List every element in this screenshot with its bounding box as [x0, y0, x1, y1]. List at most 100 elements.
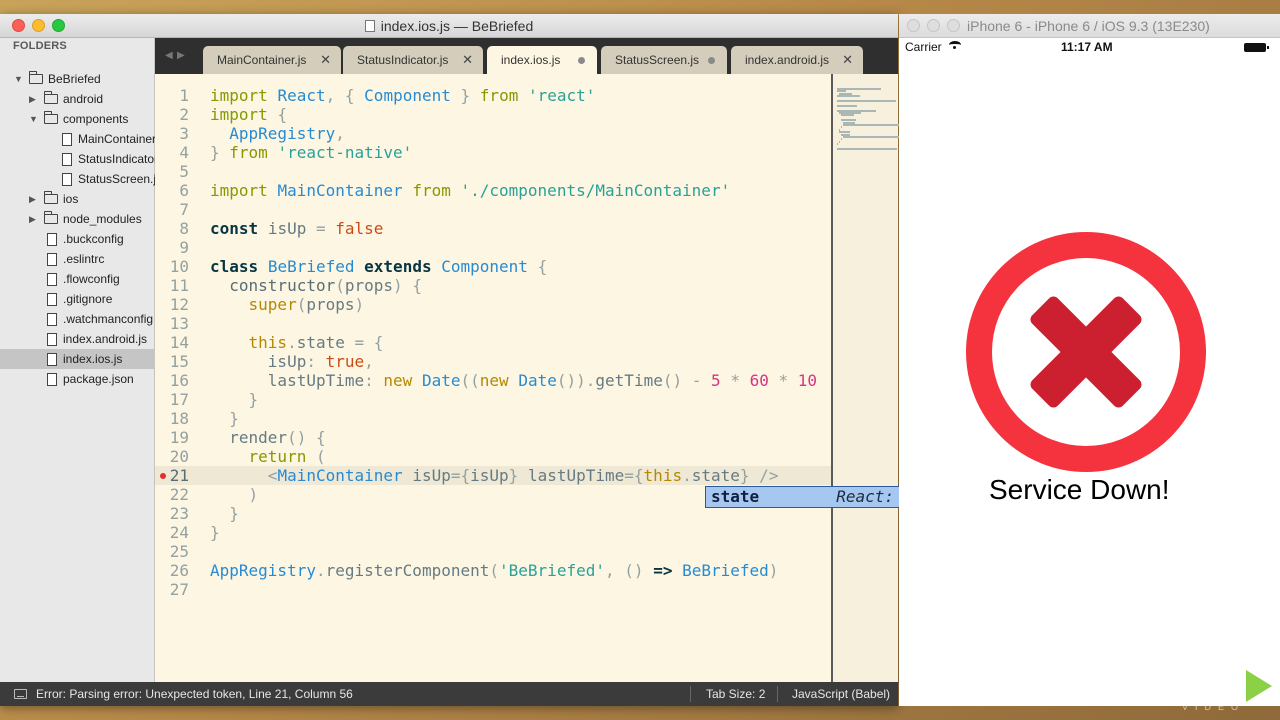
- editor-tab[interactable]: StatusScreen.js: [601, 46, 727, 74]
- line-number: 6: [179, 181, 189, 200]
- tab-scroll-right-icon[interactable]: ▶: [177, 50, 185, 61]
- battery-icon: [1244, 43, 1269, 52]
- packt-logo: PACKT VIDEO: [1134, 666, 1274, 714]
- tab-scroll-left-icon[interactable]: ◀: [165, 50, 173, 61]
- sidebar-item[interactable]: .gitignore: [0, 289, 155, 309]
- tab-label: StatusScreen.js: [615, 53, 700, 67]
- code-line[interactable]: } from 'react-native': [210, 143, 412, 162]
- line-number: 24: [169, 523, 189, 542]
- line-number: 26: [169, 561, 189, 580]
- minimap[interactable]: [831, 74, 903, 682]
- phone-status-bar: Carrier 11:17 AM: [899, 38, 1280, 58]
- error-marker-icon[interactable]: [160, 473, 166, 479]
- disclosure-right-icon[interactable]: ▶: [29, 89, 39, 109]
- sidebar-item-label: android: [63, 92, 104, 106]
- sidebar-item[interactable]: .flowconfig: [0, 269, 155, 289]
- code-line[interactable]: class BeBriefed extends Component {: [210, 257, 547, 276]
- sidebar-item-label: node_modules: [63, 212, 142, 226]
- sidebar-item[interactable]: MainContainer.: [0, 129, 155, 149]
- sim-zoom-button[interactable]: [947, 19, 960, 32]
- code-line[interactable]: ): [210, 485, 259, 504]
- disclosure-right-icon[interactable]: ▶: [29, 209, 39, 229]
- code-line[interactable]: }: [210, 504, 239, 523]
- sim-minimize-button[interactable]: [927, 19, 940, 32]
- code-line[interactable]: <MainContainer isUp={isUp} lastUpTime={t…: [210, 466, 779, 485]
- folder-icon: [29, 71, 43, 84]
- sidebar-item-label: MainContainer.: [78, 132, 155, 146]
- line-number: 11: [169, 276, 189, 295]
- code-line[interactable]: AppRegistry.registerComponent('BeBriefed…: [210, 561, 778, 580]
- sidebar-item[interactable]: .eslintrc: [0, 249, 155, 269]
- sidebar-item[interactable]: ▶ node_modules: [0, 209, 155, 229]
- sidebar-item[interactable]: .watchmanconfig: [0, 309, 155, 329]
- code-editor[interactable]: 1 2 3 4 5 6 7 8 9 10 11 12 13 14 15 16 17 18 19 20 21 22 23 24 2…: [155, 74, 831, 682]
- editor-tab[interactable]: index.ios.js: [487, 46, 597, 74]
- line-number: 16: [169, 371, 189, 390]
- line-number: 15: [169, 352, 189, 371]
- sim-close-button[interactable]: [907, 19, 920, 32]
- sidebar-item[interactable]: .buckconfig: [0, 229, 155, 249]
- code-line[interactable]: constructor(props) {: [210, 276, 422, 295]
- code-line[interactable]: lastUpTime: new Date((new Date()).getTim…: [210, 371, 817, 390]
- code-line[interactable]: }: [210, 523, 220, 542]
- sidebar-item[interactable]: index.ios.js: [0, 349, 155, 369]
- line-number: 27: [169, 580, 189, 599]
- code-line[interactable]: this.state = {: [210, 333, 384, 352]
- sidebar-item[interactable]: ▶ android: [0, 89, 155, 109]
- sidebar-item[interactable]: StatusScreen.js: [0, 169, 155, 189]
- close-tab-icon[interactable]: ✕: [320, 46, 331, 74]
- code-line[interactable]: super(props): [210, 295, 365, 314]
- file-icon: [47, 253, 57, 266]
- line-number: 4: [179, 143, 189, 162]
- line-number: 17: [169, 390, 189, 409]
- code-line[interactable]: import {: [210, 105, 287, 124]
- code-line[interactable]: }: [210, 390, 259, 409]
- simulator-window: iPhone 6 - iPhone 6 / iOS 9.3 (13E230) C…: [899, 14, 1280, 706]
- panel-toggle-icon[interactable]: [14, 689, 27, 699]
- code-line[interactable]: }: [210, 409, 239, 428]
- sidebar-item[interactable]: ▶ ios: [0, 189, 155, 209]
- code-line[interactable]: isUp: true,: [210, 352, 374, 371]
- sidebar-item-label: .buckconfig: [63, 232, 124, 246]
- line-number: 13: [169, 314, 189, 333]
- sidebar-item-label: .watchmanconfig: [63, 312, 154, 326]
- code-line[interactable]: const isUp = false: [210, 219, 383, 238]
- autocomplete-suggestion[interactable]: state: [711, 487, 759, 507]
- code-line[interactable]: import React, { Component } from 'react': [210, 86, 595, 105]
- line-number: 22: [169, 485, 189, 504]
- editor-tab[interactable]: index.android.js ✕: [731, 46, 863, 74]
- editor-window: index.ios.js — BeBriefed FOLDERS ▼ BeBrie…: [0, 14, 1007, 706]
- editor-tab[interactable]: StatusIndicator.js ✕: [343, 46, 483, 74]
- close-tab-icon[interactable]: ✕: [462, 46, 473, 74]
- minimap-line: [841, 126, 843, 129]
- packt-sub: VIDEO: [1182, 702, 1246, 712]
- sidebar-item[interactable]: index.android.js: [0, 329, 155, 349]
- sidebar-item[interactable]: package.json: [0, 369, 155, 389]
- line-number: 25: [169, 542, 189, 561]
- minimap-line: [841, 138, 843, 141]
- editor-tab[interactable]: MainContainer.js ✕: [203, 46, 341, 74]
- tab-size-selector[interactable]: Tab Size: 2: [706, 682, 765, 706]
- file-icon: [47, 373, 57, 386]
- carrier-label: Carrier: [905, 40, 942, 54]
- unsaved-dot-icon[interactable]: [578, 57, 585, 64]
- sidebar-header: FOLDERS: [13, 40, 67, 52]
- sidebar-item[interactable]: ▼ BeBriefed: [0, 69, 155, 89]
- close-tab-icon[interactable]: ✕: [842, 46, 853, 74]
- disclosure-down-icon[interactable]: ▼: [14, 69, 24, 89]
- code-line[interactable]: import MainContainer from './components/…: [210, 181, 730, 200]
- unsaved-dot-icon[interactable]: [708, 57, 715, 64]
- x-cross: [1030, 296, 1142, 408]
- sidebar-item[interactable]: StatusIndicator: [0, 149, 155, 169]
- service-status-text: Service Down!: [989, 474, 1170, 505]
- syntax-selector[interactable]: JavaScript (Babel): [792, 682, 890, 706]
- sidebar-item[interactable]: ▼ components: [0, 109, 155, 129]
- tab-label: MainContainer.js: [217, 53, 307, 67]
- code-line[interactable]: return (: [210, 447, 326, 466]
- sidebar-item-label: package.json: [63, 372, 134, 386]
- code-line[interactable]: render() {: [210, 428, 325, 447]
- code-line[interactable]: AppRegistry,: [210, 124, 345, 143]
- disclosure-down-icon[interactable]: ▼: [29, 109, 39, 129]
- disclosure-right-icon[interactable]: ▶: [29, 189, 39, 209]
- sidebar-item-label: StatusIndicator: [78, 152, 155, 166]
